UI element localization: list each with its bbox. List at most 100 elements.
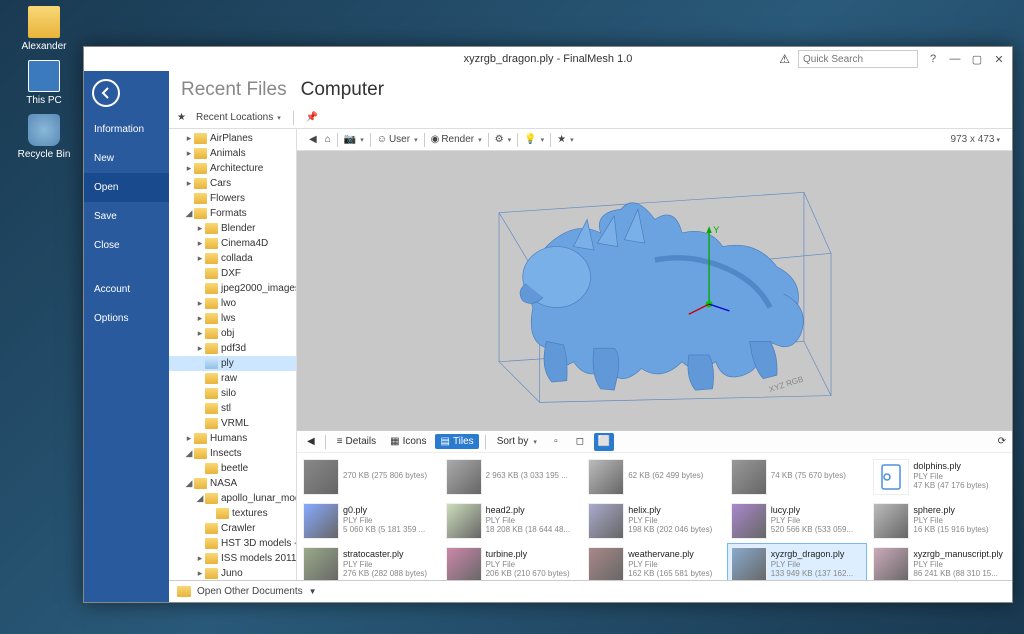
tree-item-juno[interactable]: ▸Juno [169,566,296,580]
back-button[interactable] [92,79,120,107]
tree-expand-icon[interactable]: ▸ [195,553,205,564]
sidebar-item-close[interactable]: Close [84,231,169,260]
refresh-icon[interactable]: ⟳ [998,436,1006,447]
tree-expand-icon[interactable]: ▸ [184,163,194,174]
tree-expand-icon[interactable]: ◢ [184,448,194,459]
search-input[interactable] [798,50,918,68]
tree-expand-icon[interactable]: ▸ [184,178,194,189]
settings-dropdown[interactable]: ⚙ [491,132,515,147]
tree-item-jpeg2000-images[interactable]: jpeg2000_images [169,281,296,296]
tree-item-pdf3d[interactable]: ▸pdf3d [169,341,296,356]
file-tile[interactable]: g0.plyPLY File5 060 KB (5 181 359 ... [299,499,440,541]
file-tile[interactable]: 270 KB (275 806 bytes) [299,455,440,497]
tree-item-formats[interactable]: ◢Formats [169,206,296,221]
tree-expand-icon[interactable]: ▸ [195,343,205,354]
tree-expand-icon[interactable]: ◢ [184,478,194,489]
tree-expand-icon[interactable]: ◢ [184,208,194,219]
desktop-icon-recyclebin[interactable]: Recycle Bin [14,114,74,160]
tree-expand-icon[interactable]: ▸ [195,298,205,309]
favorite-dropdown[interactable]: ★ [553,132,577,147]
viewport-dims[interactable]: 973 x 473 [951,134,1004,145]
sidebar-item-new[interactable]: New [84,144,169,173]
tree-expand-icon[interactable]: ▸ [195,313,205,324]
file-tile[interactable]: xyzrgb_manuscript.plyPLY File86 241 KB (… [869,543,1010,580]
user-dropdown[interactable]: ☺ User [373,132,422,147]
folder-tree[interactable]: ▸AirPlanes▸Animals▸Architecture▸CarsFlow… [169,129,297,580]
sort-by-dropdown[interactable]: Sort by [492,434,542,449]
close-button[interactable]: ✕ [992,53,1006,66]
recent-locations-dropdown[interactable]: Recent Locations [192,110,285,125]
file-tile[interactable]: 74 KB (75 670 bytes) [727,455,868,497]
file-tile[interactable]: dolphins.plyPLY File47 KB (47 176 bytes) [869,455,1010,497]
tree-expand-icon[interactable]: ▸ [184,133,194,144]
view-icons-button[interactable]: ▦ Icons [385,434,431,449]
tree-expand-icon[interactable]: ▸ [184,148,194,159]
tree-item-obj[interactable]: ▸obj [169,326,296,341]
help-button[interactable]: ? [926,53,940,66]
view-tiles-button[interactable]: ▤ Tiles [435,434,478,449]
tree-item-humans[interactable]: ▸Humans [169,431,296,446]
nav-back-icon[interactable]: ◀ [303,434,319,449]
tree-item-airplanes[interactable]: ▸AirPlanes [169,131,296,146]
maximize-button[interactable]: ▢ [970,53,984,66]
file-tile[interactable]: stratocaster.plyPLY File276 KB (282 088 … [299,543,440,580]
tree-item-cars[interactable]: ▸Cars [169,176,296,191]
tree-item-blender[interactable]: ▸Blender [169,221,296,236]
file-tile[interactable]: head2.plyPLY File18 208 KB (18 644 48... [442,499,583,541]
breadcrumb-recent[interactable]: Recent Files [181,79,287,101]
desktop-icon-thispc[interactable]: This PC [14,60,74,106]
target-dropdown[interactable]: 📷 [340,132,368,147]
file-tile[interactable]: 62 KB (62 499 bytes) [584,455,725,497]
tree-item-vrml[interactable]: VRML [169,416,296,431]
tree-item-insects[interactable]: ◢Insects [169,446,296,461]
tree-expand-icon[interactable]: ▸ [195,223,205,234]
file-tile[interactable]: lucy.plyPLY File520 566 KB (533 059... [727,499,868,541]
tree-item-silo[interactable]: silo [169,386,296,401]
sidebar-item-account[interactable]: Account [84,275,169,304]
tree-item-architecture[interactable]: ▸Architecture [169,161,296,176]
tree-expand-icon[interactable]: ▸ [195,328,205,339]
tree-item-textures[interactable]: textures [169,506,296,521]
file-tile[interactable]: turbine.plyPLY File206 KB (210 670 bytes… [442,543,583,580]
file-tile[interactable]: sphere.plyPLY File16 KB (15 916 bytes) [869,499,1010,541]
file-tile[interactable]: helix.plyPLY File198 KB (202 046 bytes) [584,499,725,541]
tree-item-lwo[interactable]: ▸lwo [169,296,296,311]
nav-back-icon[interactable]: ◀ [305,132,321,147]
view-details-button[interactable]: ≡ Details [332,434,381,449]
tree-item-animals[interactable]: ▸Animals [169,146,296,161]
tree-expand-icon[interactable]: ◢ [195,493,205,504]
tree-item-apollo-lunar-module[interactable]: ◢apollo_lunar_module [169,491,296,506]
tree-item-flowers[interactable]: Flowers [169,191,296,206]
tree-item-hst-3d-models-3d-[interactable]: HST 3D models - 3D... [169,536,296,551]
sidebar-item-open[interactable]: Open [84,173,169,202]
tree-expand-icon[interactable]: ▸ [195,253,205,264]
tree-item-lws[interactable]: ▸lws [169,311,296,326]
tree-expand-icon[interactable]: ▸ [195,568,205,579]
tree-item-crawler[interactable]: Crawler [169,521,296,536]
tree-item-ply[interactable]: ply [169,356,296,371]
home-icon[interactable]: ⌂ [321,132,335,147]
tree-item-iss-models-2011[interactable]: ▸ISS models 2011 [169,551,296,566]
3d-viewport[interactable]: Y XYZ RGB [297,151,1012,430]
thumb-size-2[interactable]: ◻ [570,433,590,451]
desktop-icon-alexander[interactable]: Alexander [14,6,74,52]
tree-item-cinema4d[interactable]: ▸Cinema4D [169,236,296,251]
tree-item-dxf[interactable]: DXF [169,266,296,281]
tree-item-stl[interactable]: stl [169,401,296,416]
sidebar-item-information[interactable]: Information [84,115,169,144]
file-tile[interactable]: 2 963 KB (3 033 195 ... [442,455,583,497]
sidebar-item-options[interactable]: Options [84,304,169,333]
sidebar-item-save[interactable]: Save [84,202,169,231]
breadcrumb-computer[interactable]: Computer [301,79,384,101]
file-tile[interactable]: weathervane.plyPLY File162 KB (165 581 b… [584,543,725,580]
file-grid[interactable]: 270 KB (275 806 bytes)2 963 KB (3 033 19… [297,452,1012,580]
file-tile[interactable]: xyzrgb_dragon.plyPLY File133 949 KB (137… [727,543,868,580]
tree-item-nasa[interactable]: ◢NASA [169,476,296,491]
open-other-docs[interactable]: Open Other Documents [197,586,303,597]
thumb-size-3[interactable]: ⬜ [594,433,614,451]
tree-expand-icon[interactable]: ▸ [184,433,194,444]
thumb-size-1[interactable]: ▫ [546,433,566,451]
tree-item-raw[interactable]: raw [169,371,296,386]
tree-item-collada[interactable]: ▸collada [169,251,296,266]
render-dropdown[interactable]: ◉ Render [427,132,486,147]
